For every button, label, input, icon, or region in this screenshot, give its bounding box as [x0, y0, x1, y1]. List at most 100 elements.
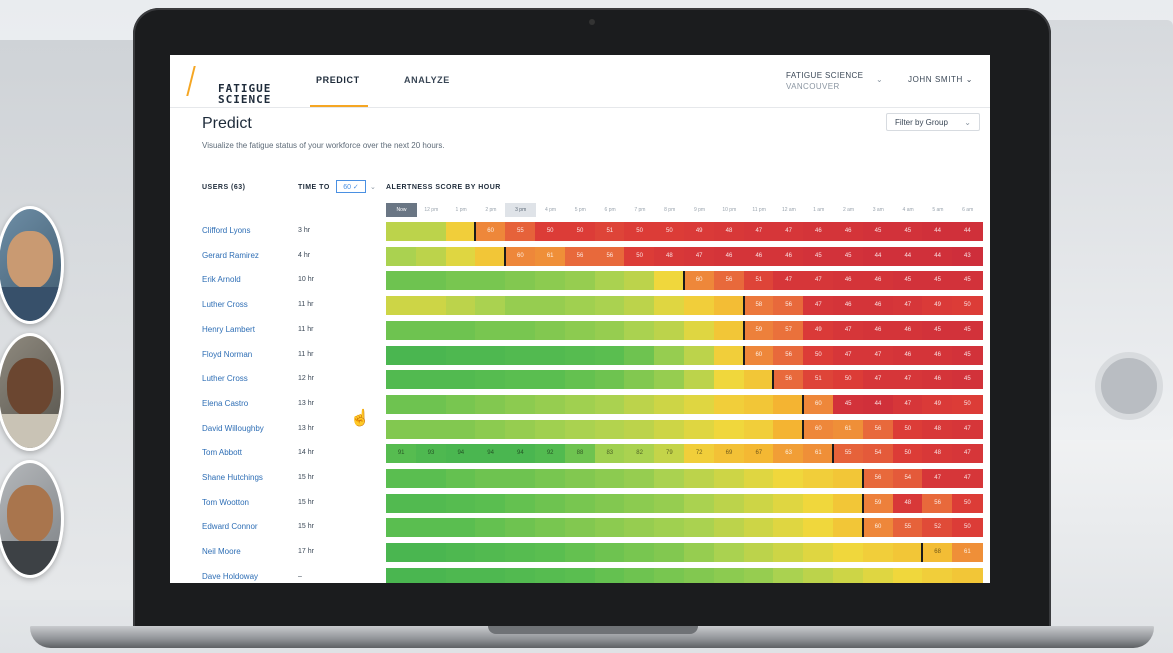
user-name-link[interactable]: Edward Connor	[202, 522, 258, 531]
score-cell	[713, 567, 745, 583]
score-cell: 56	[713, 271, 745, 291]
score-cell: 58	[743, 296, 774, 316]
alertness-bar[interactable]: 60 45 44 47 49 50	[386, 394, 983, 414]
chevron-down-icon[interactable]: ⌄	[876, 75, 883, 84]
score-cell: 47	[862, 345, 894, 365]
user-name-link[interactable]: Erik Arnold	[202, 275, 241, 284]
score-cell	[624, 370, 655, 390]
alertness-bar[interactable]: 91 93 94 94 94 92 88 83 82 79 72 69 67 63 61 55 54 50 48 47	[386, 444, 983, 464]
score-cell	[505, 543, 536, 563]
score-cell	[445, 320, 476, 340]
score-cell	[684, 567, 715, 583]
score-cell	[535, 518, 566, 538]
hour-label: 6 am	[962, 207, 974, 213]
score-cell: 50	[952, 493, 983, 513]
score-cell	[624, 469, 655, 488]
alertness-bar[interactable]: 59 48 56 50	[386, 493, 983, 513]
user-menu[interactable]: JOHN SMITH ⌄	[908, 75, 973, 84]
user-name-link[interactable]: Floyd Norman	[202, 350, 252, 359]
score-cell: 60	[862, 518, 894, 538]
user-name-link[interactable]: Clifford Lyons	[202, 226, 250, 235]
time-to-value: –	[298, 572, 302, 580]
user-name-link[interactable]: Gerard Ramirez	[202, 251, 259, 260]
user-name-link[interactable]: David Willoughby	[202, 424, 264, 433]
alertness-bar[interactable]: 56 51 50 47 47 46 45	[386, 370, 983, 390]
score-cell: 46	[773, 246, 804, 266]
score-cell	[713, 419, 745, 439]
user-name-link[interactable]: Luther Cross	[202, 300, 248, 309]
score-cell	[505, 271, 536, 291]
score-cell: 49	[684, 222, 715, 241]
user-name-link[interactable]: Neil Moore	[202, 547, 241, 556]
time-to-threshold-select[interactable]: 60 ✓	[336, 180, 366, 193]
score-cell	[922, 567, 953, 583]
score-cell	[594, 469, 625, 488]
score-cell: 83	[594, 444, 625, 464]
score-cell	[654, 518, 685, 538]
chevron-down-icon[interactable]: ⌄	[370, 183, 376, 191]
score-cell	[713, 518, 745, 538]
score-cell	[654, 567, 685, 583]
nav-analyze[interactable]: ANALYZE	[404, 75, 450, 85]
alertness-bar[interactable]: 60 55 52 50	[386, 518, 983, 538]
score-cell: 46	[862, 296, 894, 316]
score-cell	[654, 271, 685, 291]
user-name-link[interactable]: Luther Cross	[202, 374, 248, 383]
score-cell: 47	[803, 296, 834, 316]
score-cell: 45	[922, 320, 953, 340]
alertness-bar[interactable]: 59 57 49 47 46 46 45 45	[386, 320, 983, 340]
score-cell: 56	[773, 370, 804, 390]
score-cell: 47	[833, 320, 864, 340]
alertness-bar[interactable]: 60 56 50 47 47 46 46 45	[386, 345, 983, 365]
score-cell: 47	[892, 394, 923, 414]
truck-wheel	[1095, 352, 1163, 420]
filter-by-group-select[interactable]: Filter by Group ⌄	[886, 113, 980, 131]
user-name-link[interactable]: Elena Castro	[202, 399, 248, 408]
score-cell	[803, 518, 834, 538]
score-cell	[713, 296, 745, 316]
score-cell	[564, 419, 596, 439]
user-name-link[interactable]: Dave Holdoway	[202, 572, 258, 581]
score-cell: 44	[862, 394, 894, 414]
org-selector[interactable]: FATIGUE SCIENCE VANCOUVER	[786, 70, 863, 92]
alertness-header: ALERTNESS SCORE BY HOUR	[386, 184, 501, 191]
score-cell: 45	[833, 394, 864, 414]
time-to-value: 12 hr	[298, 375, 314, 383]
user-name-link[interactable]: Shane Hutchings	[202, 473, 263, 482]
alertness-bar[interactable]: 56 54 47 47	[386, 469, 983, 488]
user-name-link[interactable]: Tom Wootton	[202, 498, 249, 507]
alertness-bar[interactable]: 58 56 47 46 46 47 49 50	[386, 296, 983, 316]
score-cell: 60	[803, 394, 834, 414]
score-cell	[415, 345, 447, 365]
score-cell	[684, 493, 715, 513]
alertness-bar[interactable]: 60 55 50 50 51 50 50 49 48 47 47 46 46 45 45 44 44	[386, 222, 983, 241]
score-cell	[594, 271, 625, 291]
score-cell	[773, 469, 804, 488]
score-cell: 44	[922, 246, 953, 266]
score-cell	[743, 419, 774, 439]
score-cell	[624, 493, 655, 513]
score-cell	[535, 370, 566, 390]
avatar	[0, 206, 64, 324]
alertness-bar[interactable]	[386, 567, 983, 583]
user-name-link[interactable]: Tom Abbott	[202, 448, 242, 457]
score-cell	[594, 518, 625, 538]
users-header[interactable]: USERS (63)	[202, 184, 246, 191]
score-cell	[684, 518, 715, 538]
score-cell	[594, 296, 625, 316]
alertness-bar[interactable]: 68 61	[386, 543, 983, 563]
alertness-bar[interactable]: 60 56 51 47 47 46 46 45 45 45	[386, 271, 983, 291]
score-cell	[445, 370, 476, 390]
alertness-bar[interactable]: 60 61 56 50 48 47	[386, 419, 983, 439]
score-cell: 93	[415, 444, 447, 464]
alertness-bar[interactable]: 60 61 56 56 50 48 47 46 46 46 45 45 44 44 44 43	[386, 246, 983, 266]
user-name-link[interactable]: Henry Lambert	[202, 325, 255, 334]
score-cell	[475, 345, 506, 365]
time-to-value: 3 hr	[298, 227, 311, 234]
score-cell: 46	[922, 370, 953, 390]
nav-predict[interactable]: PREDICT	[316, 75, 360, 85]
score-cell	[833, 469, 864, 488]
score-cell	[624, 419, 655, 439]
score-cell	[445, 493, 476, 513]
hour-label: 7 pm	[634, 207, 646, 213]
